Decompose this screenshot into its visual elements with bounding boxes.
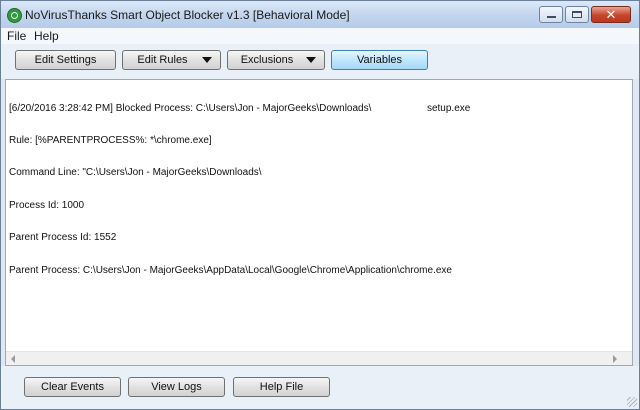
resize-grip-icon[interactable] xyxy=(627,397,637,407)
edit-settings-label: Edit Settings xyxy=(34,54,97,66)
menu-bar: File Help xyxy=(1,28,639,44)
maximize-button[interactable] xyxy=(565,6,589,23)
log-line: Parent Process: C:\Users\Jon - MajorGeek… xyxy=(9,264,452,276)
chevron-down-icon xyxy=(202,57,212,63)
caption-buttons: ✕ xyxy=(537,6,631,23)
variables-button[interactable]: Variables xyxy=(331,50,428,70)
view-logs-button[interactable]: View Logs xyxy=(128,377,225,397)
toolbar: Edit Settings Edit Rules Exclusions Vari… xyxy=(1,44,639,79)
horizontal-scrollbar[interactable] xyxy=(6,351,632,365)
exclusions-dropdown[interactable]: Exclusions xyxy=(227,50,325,70)
log-line: [6/20/2016 3:28:42 PM] Blocked Process: … xyxy=(9,102,471,114)
title-bar[interactable]: NoVirusThanks Smart Object Blocker v1.3 … xyxy=(1,1,639,28)
edit-rules-dropdown[interactable]: Edit Rules xyxy=(122,50,221,70)
clear-events-button[interactable]: Clear Events xyxy=(24,377,121,397)
log-line: Process Id: 1000 xyxy=(9,199,85,211)
help-file-button[interactable]: Help File xyxy=(233,377,330,397)
log-line: Rule: [%PARENTPROCESS%: *\chrome.exe] xyxy=(9,134,212,146)
log-line: Command Line: "C:\Users\Jon - MajorGeeks… xyxy=(9,167,262,179)
edit-settings-button[interactable]: Edit Settings xyxy=(15,50,116,70)
close-button[interactable]: ✕ xyxy=(591,6,631,23)
scroll-right-icon[interactable] xyxy=(613,355,617,363)
bottom-bar: Clear Events View Logs Help File xyxy=(1,366,639,409)
view-logs-label: View Logs xyxy=(151,381,202,393)
close-icon: ✕ xyxy=(605,7,617,22)
main-window: NoVirusThanks Smart Object Blocker v1.3 … xyxy=(0,0,640,410)
event-log[interactable]: [6/20/2016 3:28:42 PM] Blocked Process: … xyxy=(5,79,633,366)
help-file-label: Help File xyxy=(259,381,304,393)
exclusions-label: Exclusions xyxy=(240,54,294,66)
variables-label: Variables xyxy=(356,54,403,66)
app-shield-icon xyxy=(7,8,22,23)
log-text: [6/20/2016 3:28:42 PM] Blocked Process: … xyxy=(9,82,470,298)
minimize-button[interactable] xyxy=(539,6,563,23)
edit-rules-label: Edit Rules xyxy=(137,54,188,66)
menu-help[interactable]: Help xyxy=(34,29,59,43)
window-title: NoVirusThanks Smart Object Blocker v1.3 … xyxy=(25,8,350,22)
chevron-down-icon xyxy=(306,57,316,63)
log-line: Parent Process Id: 1552 xyxy=(9,232,117,244)
scroll-left-icon[interactable] xyxy=(11,355,15,363)
menu-file[interactable]: File xyxy=(7,29,26,43)
clear-events-label: Clear Events xyxy=(41,381,104,393)
